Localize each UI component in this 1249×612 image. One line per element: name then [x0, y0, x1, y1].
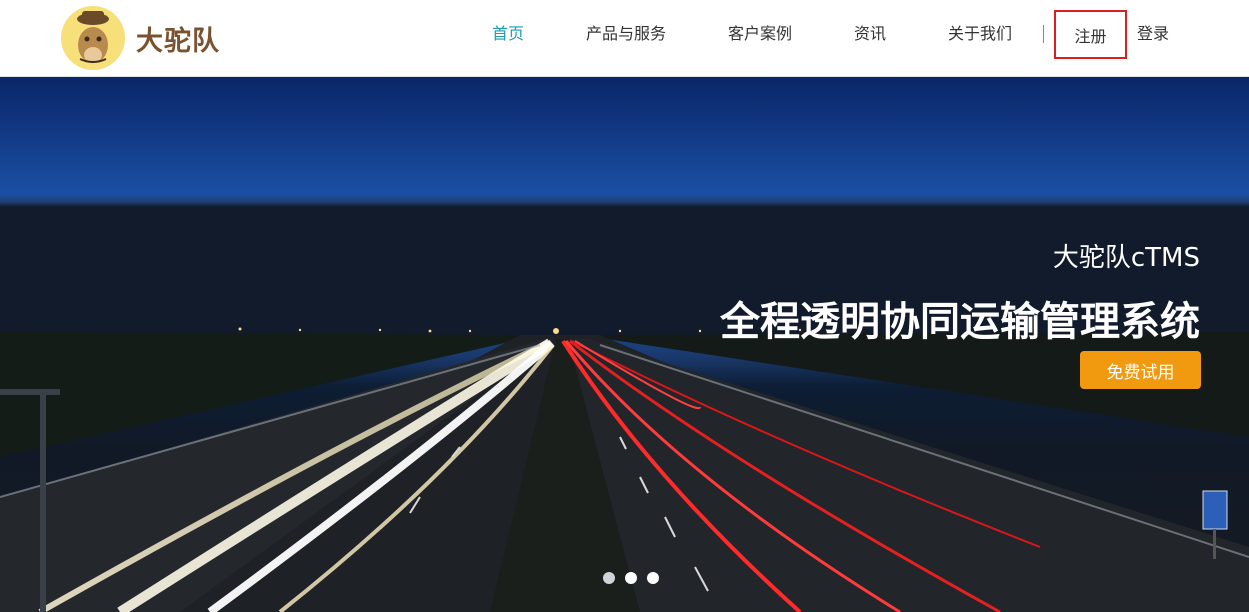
register-label: 注册 — [1074, 26, 1107, 46]
carousel-dot[interactable] — [625, 572, 637, 584]
hero-subtitle: 大驼队cTMS — [1052, 243, 1200, 273]
top-header: 大驼队 首页 产品与服务 客户案例 资讯 关于我们 注册 登录 — [0, 0, 1249, 77]
hero-banner[interactable]: 大驼队cTMS 全程透明协同运输管理系统 免费试用 — [0, 77, 1249, 612]
register-button[interactable]: 注册 — [1054, 10, 1127, 59]
nav-item-about[interactable]: 关于我们 — [948, 23, 1012, 45]
login-link[interactable]: 登录 — [1137, 23, 1169, 45]
main-nav: 首页 产品与服务 客户案例 资讯 关于我们 注册 登录 — [0, 0, 1249, 70]
carousel-dot[interactable] — [647, 572, 659, 584]
free-trial-button[interactable]: 免费试用 — [1080, 351, 1201, 389]
nav-item-products[interactable]: 产品与服务 — [586, 23, 666, 45]
nav-divider — [1043, 25, 1044, 43]
hero-title: 全程透明协同运输管理系统 — [720, 299, 1200, 345]
carousel-indicators — [603, 572, 659, 584]
nav-item-home[interactable]: 首页 — [492, 23, 524, 45]
carousel-dot[interactable] — [603, 572, 615, 584]
nav-item-news[interactable]: 资讯 — [854, 23, 886, 45]
nav-item-cases[interactable]: 客户案例 — [728, 23, 792, 45]
